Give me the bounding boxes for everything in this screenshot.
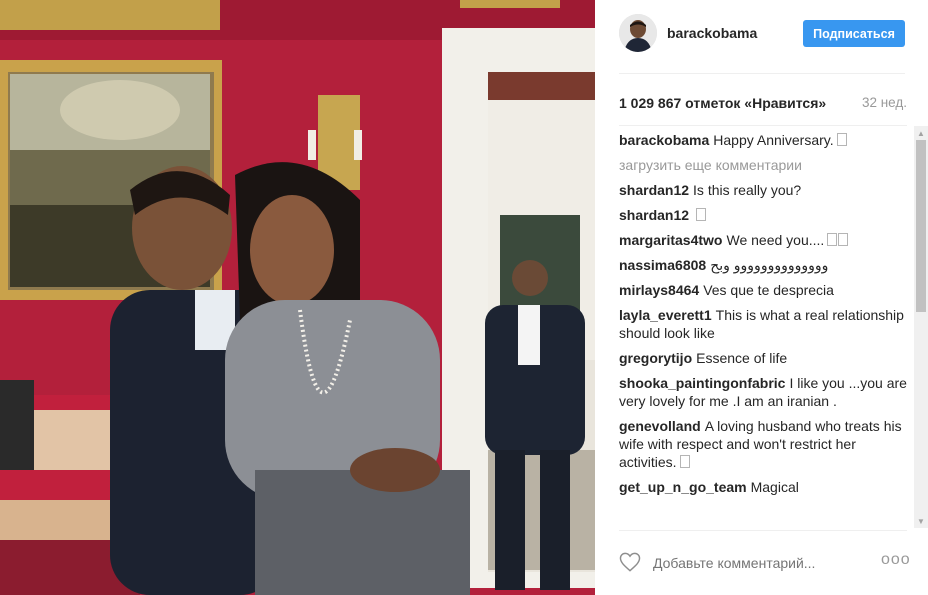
comment-item: barackobama Happy Anniversary.: [619, 131, 909, 149]
comment-author[interactable]: margaritas4two: [619, 232, 722, 248]
comment-item: mirlays8464 Ves que te desprecia: [619, 281, 909, 299]
comment-author[interactable]: shooka_paintingonfabric: [619, 375, 785, 391]
scrollbar-thumb[interactable]: [916, 140, 926, 312]
likes-count[interactable]: 1 029 867 отметок «Нравится»: [619, 95, 826, 111]
comment-item: gregorytijo Essence of life: [619, 349, 909, 367]
comment-author[interactable]: mirlays8464: [619, 282, 699, 298]
comment-author[interactable]: gregorytijo: [619, 350, 692, 366]
header-divider: [619, 73, 905, 74]
comment-item: shooka_paintingonfabric I like you ...you…: [619, 374, 909, 410]
emoji-glyph-icon: [679, 455, 690, 468]
comment-author[interactable]: shardan12: [619, 207, 689, 223]
comment-author[interactable]: layla_everett1: [619, 307, 712, 323]
comment-item: shardan12 Is this really you?: [619, 181, 909, 199]
avatar[interactable]: [619, 14, 657, 52]
comment-text: Happy Anniversary.: [713, 132, 834, 148]
comments-scrollbar[interactable]: ▲ ▼: [914, 126, 928, 528]
footer-divider: [619, 530, 907, 531]
comment-text: Essence of life: [696, 350, 788, 366]
follow-button[interactable]: Подписаться: [803, 20, 905, 47]
comment-author[interactable]: shardan12: [619, 182, 689, 198]
scroll-up-arrow-icon[interactable]: ▲: [914, 126, 928, 140]
emoji-glyph-icon: [838, 233, 849, 246]
username-link[interactable]: barackobama: [667, 25, 757, 41]
likes-row: 1 029 867 отметок «Нравится» 32 нед.: [619, 95, 907, 113]
emoji-glyph-icon: [836, 133, 847, 146]
more-options-icon[interactable]: ooo: [881, 551, 910, 571]
emoji-glyph-icon: [827, 233, 838, 246]
comment-footer: ooo: [619, 545, 910, 581]
comment-text: Is this really you?: [693, 182, 802, 198]
comment-author[interactable]: barackobama: [619, 132, 709, 148]
comments-list: barackobama Happy Anniversary. загрузить …: [619, 131, 909, 529]
couple-photo-illustration: [0, 0, 595, 595]
comment-text: Ves que te desprecia: [703, 282, 834, 298]
comment-author[interactable]: genevolland: [619, 418, 701, 434]
emoji-glyph-icon: [696, 208, 707, 221]
add-comment-input[interactable]: [653, 553, 853, 573]
comment-text: We need you....: [726, 232, 825, 248]
comment-item: layla_everett1 This is what a real relati…: [619, 306, 909, 342]
load-more-comments-link[interactable]: загрузить еще комментарии: [619, 156, 909, 174]
post-header: barackobama Подписаться: [619, 14, 905, 54]
comment-text: وووووووووووووو وبح: [710, 257, 829, 273]
likes-divider: [619, 125, 907, 126]
comment-item: margaritas4two We need you....: [619, 231, 909, 249]
avatar-image: [619, 14, 657, 52]
post-age[interactable]: 32 нед.: [862, 95, 907, 110]
post-photo[interactable]: [0, 0, 595, 595]
heart-outline-icon[interactable]: [619, 552, 641, 572]
comment-item: nassima6808 وووووووووووووو وبح: [619, 256, 909, 274]
comment-author[interactable]: get_up_n_go_team: [619, 479, 747, 495]
comment-item: get_up_n_go_team Magical: [619, 478, 909, 496]
comment-text: Magical: [750, 479, 799, 495]
comment-author[interactable]: nassima6808: [619, 257, 706, 273]
scroll-down-arrow-icon[interactable]: ▼: [914, 514, 928, 528]
comment-item: genevolland A loving husband who treats h…: [619, 417, 909, 471]
comment-item: shardan12: [619, 206, 909, 224]
